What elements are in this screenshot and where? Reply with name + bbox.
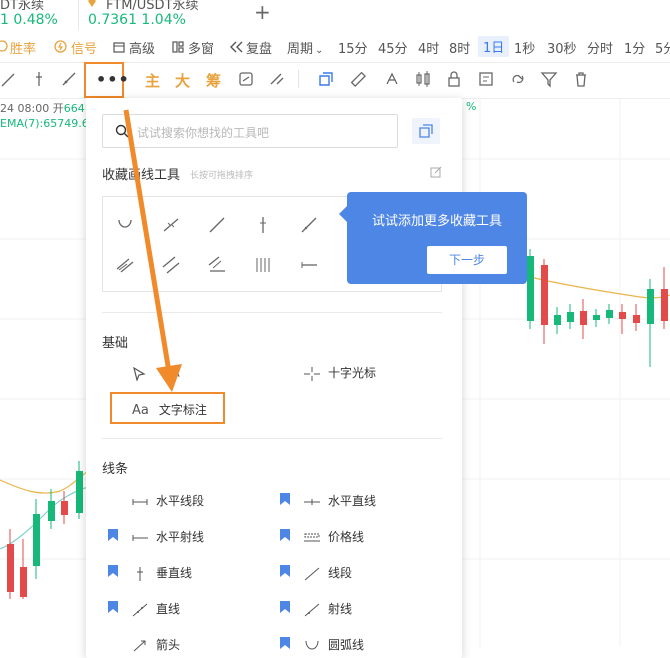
tooltip-text: 试试添加更多收藏工具 [371,214,502,229]
onboarding-tooltip: 试试添加更多收藏工具 下一步 [339,192,527,284]
guide-arrow [123,109,182,392]
next-step-button[interactable]: 下一步 [427,246,507,274]
